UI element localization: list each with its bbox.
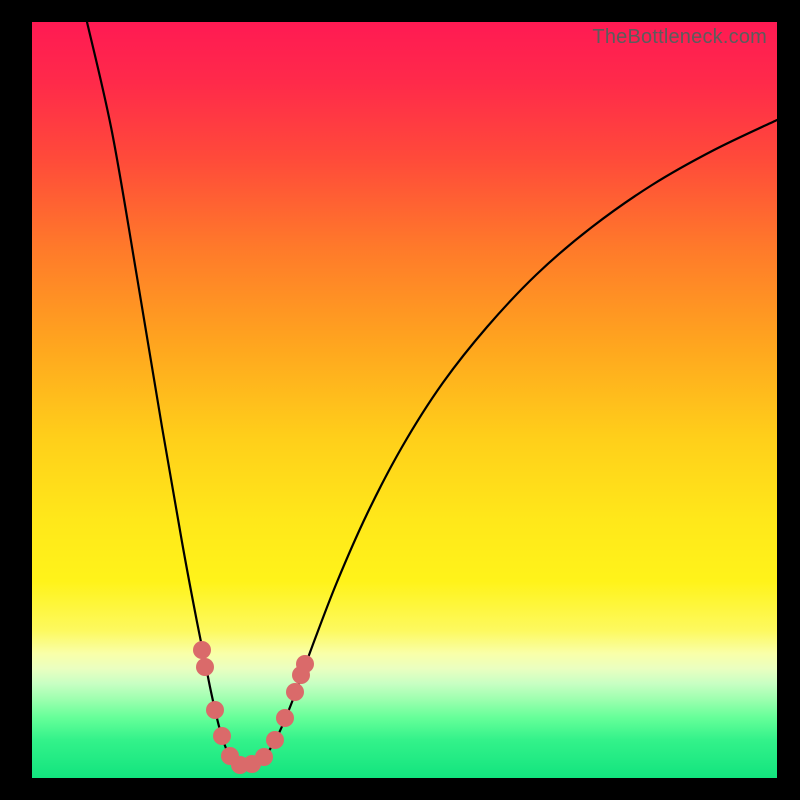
chart-svg	[32, 22, 777, 778]
plot-area: TheBottleneck.com	[32, 22, 777, 778]
data-marker	[193, 641, 211, 659]
data-marker	[296, 655, 314, 673]
chart-stage: TheBottleneck.com	[0, 0, 800, 800]
data-marker	[266, 731, 284, 749]
data-marker	[213, 727, 231, 745]
bottleneck-curve	[87, 22, 777, 766]
data-marker	[196, 658, 214, 676]
data-marker	[255, 748, 273, 766]
markers-group	[193, 641, 314, 774]
data-marker	[206, 701, 224, 719]
data-marker	[286, 683, 304, 701]
data-marker	[276, 709, 294, 727]
